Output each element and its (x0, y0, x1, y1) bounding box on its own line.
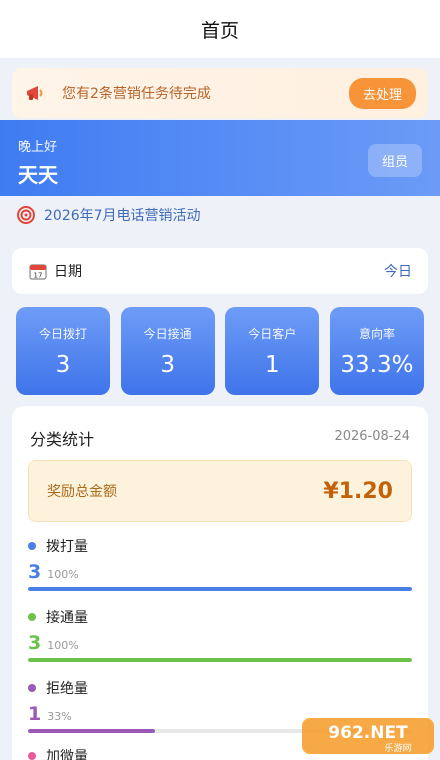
stats-row: 今日拨打 3 今日接通 3 今日客户 1 意向率 33.3% (16, 307, 424, 395)
user-name: 天天 (18, 163, 58, 187)
metric-name: 拒绝量 (46, 681, 88, 697)
stat-label: 今日接通 (143, 326, 192, 341)
stat-tile-customers[interactable]: 今日客户 1 (225, 307, 320, 395)
stat-label: 意向率 (358, 326, 395, 341)
page-title: 首页 (200, 19, 239, 42)
category-stats-card: 分类统计 2026-08-24 奖励总金额 ¥1.20 拨打量 3 100% 接… (12, 406, 428, 760)
campaign-row[interactable]: 2026年7月电话营销活动 (16, 202, 201, 228)
stat-tile-intent-rate[interactable]: 意向率 33.3% (329, 307, 424, 395)
metric-dot (28, 613, 36, 621)
metric-percent: 33% (47, 710, 72, 723)
top-header: 首页 (0, 0, 440, 58)
metric-percent: 100% (47, 568, 79, 581)
progress-fill (28, 729, 155, 733)
metric-percent: 100% (47, 639, 79, 652)
stat-value: 33.3% (340, 351, 414, 378)
svg-text:17: 17 (34, 272, 43, 280)
progress-fill (28, 587, 412, 591)
stat-value: 3 (55, 351, 71, 378)
metric-name: 接通量 (46, 610, 88, 626)
site-watermark-logo: 962.NET 乐游网 (302, 718, 434, 754)
metric-dot (28, 542, 36, 550)
notice-text: 您有2条营销任务待完成 (62, 86, 211, 102)
reward-total-box: 奖励总金额 ¥1.20 (28, 460, 412, 522)
metric-dial-count: 拨打量 3 100% (28, 536, 412, 591)
stat-label: 今日客户 (248, 326, 297, 341)
metric-dot (28, 684, 36, 692)
campaign-name: 2026年7月电话营销活动 (44, 208, 201, 224)
calendar-icon: 17 (29, 264, 47, 280)
megaphone-icon (27, 86, 43, 100)
metric-dot (28, 752, 36, 760)
greeting-salutation: 晚上好 (18, 140, 58, 155)
section-date: 2026-08-24 (334, 429, 410, 444)
metric-connect-count: 接通量 3 100% (28, 607, 412, 662)
progress-fill (28, 658, 412, 662)
section-title: 分类统计 (30, 430, 95, 449)
target-icon (17, 206, 35, 224)
reward-label: 奖励总金额 (47, 484, 117, 500)
date-value[interactable]: 今日 (384, 261, 412, 281)
stat-value: 3 (160, 351, 175, 378)
stat-tile-calls[interactable]: 今日拨打 3 (16, 307, 110, 395)
metric-value: 1 (28, 703, 42, 725)
watermark-text: 962.NET (328, 723, 408, 743)
task-notice-banner[interactable]: 您有2条营销任务待完成 去处理 (12, 68, 428, 118)
stat-label: 今日拨打 (38, 326, 87, 341)
stat-value: 1 (264, 351, 280, 378)
date-label: 日期 (54, 264, 82, 280)
progress-track (28, 587, 412, 591)
reward-value: ¥1.20 (323, 478, 393, 504)
stat-tile-connected[interactable]: 今日接通 3 (120, 307, 215, 395)
role-badge[interactable]: 组员 (367, 144, 422, 177)
metric-value: 3 (28, 632, 42, 654)
metric-value: 3 (28, 561, 42, 583)
watermark-subtext: 乐游网 (384, 742, 411, 754)
progress-track (28, 658, 412, 662)
handle-task-button[interactable]: 去处理 (348, 77, 416, 109)
date-selector[interactable]: 17 日期 今日 (12, 248, 428, 294)
greeting-card: 晚上好 天天 组员 (0, 120, 440, 196)
metric-name: 拨打量 (46, 539, 88, 555)
metric-name: 加微量 (46, 749, 88, 760)
